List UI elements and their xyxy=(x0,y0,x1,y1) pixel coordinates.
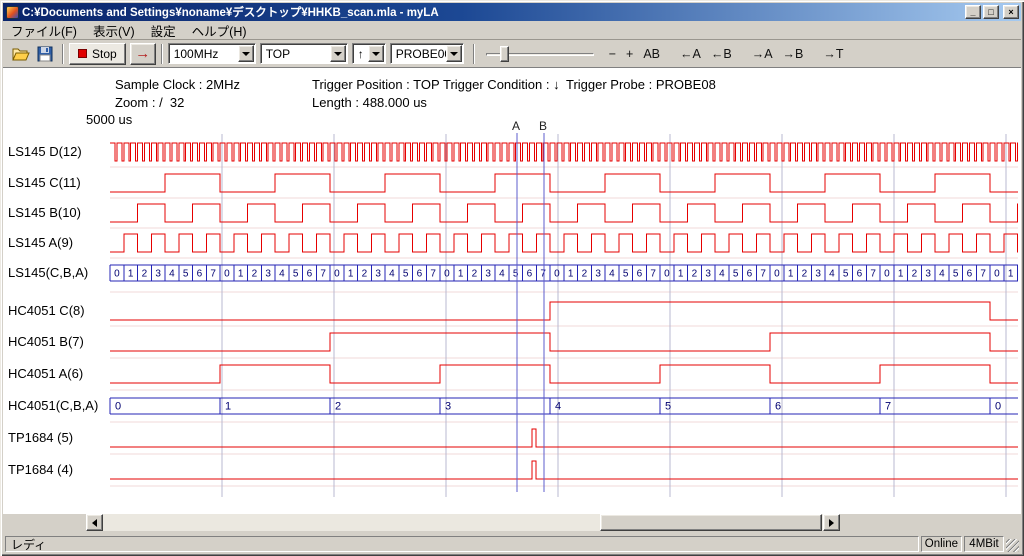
next-a-button[interactable]: →A xyxy=(747,43,778,65)
menu-help[interactable]: ヘルプ(H) xyxy=(184,19,255,42)
trigger-condition-text: Trigger Condition : ↓ xyxy=(443,77,560,92)
menubar: ファイル(F)表示(V)設定ヘルプ(H) xyxy=(3,21,1021,40)
chevron-down-icon xyxy=(334,52,342,56)
zoom-slider[interactable] xyxy=(484,43,596,65)
probe-select[interactable]: PROBE00 xyxy=(390,43,464,64)
maximize-button[interactable]: □ xyxy=(983,5,999,19)
horizontal-scrollbar[interactable] xyxy=(86,514,840,531)
prev-a-button[interactable]: ←A xyxy=(675,43,706,65)
run-arrow-icon: → xyxy=(135,45,150,62)
trigger-edge-value: ↑ xyxy=(353,47,368,61)
toolbar: Stop → 100MHz TOP ↑ PROBE00 −+AB ←A←B →A→B… xyxy=(3,40,1021,68)
statusbar: レディ Online4MBit xyxy=(3,535,1021,553)
folder-open-icon xyxy=(12,47,30,61)
trigger-position-text: Trigger Position : TOP xyxy=(312,77,440,92)
stop-icon xyxy=(78,49,87,58)
ab-button[interactable]: AB xyxy=(638,43,665,65)
close-button[interactable]: × xyxy=(1003,5,1019,19)
stop-label: Stop xyxy=(92,47,117,61)
status-online: Online xyxy=(921,536,962,552)
dropdown-button[interactable] xyxy=(330,45,346,62)
status-cells: Online4MBit xyxy=(921,536,1006,552)
sample-rate-value: 100MHz xyxy=(169,47,238,61)
trigger-pos-select[interactable]: TOP xyxy=(260,43,348,64)
window-controls: _ □ × xyxy=(963,5,1019,19)
waveform-panel xyxy=(3,68,1021,514)
trigger-pos-value: TOP xyxy=(261,47,330,61)
probe-value: PROBE00 xyxy=(391,47,446,61)
goto-trigger-button[interactable]: →T xyxy=(818,43,848,65)
dropdown-button[interactable] xyxy=(446,45,462,62)
slider-thumb[interactable] xyxy=(500,46,509,62)
stop-button[interactable]: Stop xyxy=(69,43,126,65)
next-b-button[interactable]: →B xyxy=(778,43,809,65)
trigger-probe-text: Trigger Probe : PROBE08 xyxy=(566,77,716,92)
resize-grip[interactable] xyxy=(1006,539,1019,552)
nav-button-group: −+AB ←A←B →A→B →T xyxy=(604,43,849,65)
cursor-a-label[interactable]: A xyxy=(512,119,520,133)
sample-clock-text: Sample Clock : 2MHz xyxy=(115,77,240,92)
dropdown-button[interactable] xyxy=(368,45,384,62)
arrow-left-icon xyxy=(92,519,97,527)
hscroll-row xyxy=(3,514,1021,532)
toolbar-separator xyxy=(62,44,64,64)
open-button[interactable] xyxy=(9,43,33,65)
dropdown-button[interactable] xyxy=(238,45,254,62)
arrow-right-icon xyxy=(829,519,834,527)
scrollbar-thumb[interactable] xyxy=(600,514,822,531)
time-per-div-label: 5000 us xyxy=(86,112,132,127)
scroll-right-button[interactable] xyxy=(823,514,840,531)
scroll-left-button[interactable] xyxy=(86,514,103,531)
sample-rate-select[interactable]: 100MHz xyxy=(168,43,256,64)
status-message: レディ xyxy=(5,536,919,552)
chevron-down-icon xyxy=(242,52,250,56)
zoom-in-button[interactable]: + xyxy=(621,43,638,65)
menu-settings[interactable]: 設定 xyxy=(143,19,184,42)
status-ready-text: レディ xyxy=(11,536,46,553)
length-text: Length : 488.000 us xyxy=(312,95,427,110)
zoom-out-button[interactable]: − xyxy=(604,43,621,65)
minimize-button[interactable]: _ xyxy=(965,5,981,19)
run-button[interactable]: → xyxy=(130,43,156,65)
menu-file[interactable]: ファイル(F) xyxy=(3,19,85,42)
cursor-b-label[interactable]: B xyxy=(539,119,547,133)
app-icon xyxy=(6,6,19,19)
save-button[interactable] xyxy=(33,43,57,65)
save-icon xyxy=(37,46,53,62)
zoom-text: Zoom : / 32 xyxy=(115,95,184,110)
app-window: C:¥Documents and Settings¥noname¥デスクトップ¥… xyxy=(0,0,1024,556)
toolbar-separator xyxy=(161,44,163,64)
prev-b-button[interactable]: ←B xyxy=(706,43,737,65)
status-memory: 4MBit xyxy=(964,536,1004,552)
menu-view[interactable]: 表示(V) xyxy=(85,19,143,42)
chevron-down-icon xyxy=(450,52,458,56)
trigger-edge-select[interactable]: ↑ xyxy=(352,43,386,64)
toolbar-separator xyxy=(473,44,475,64)
chevron-down-icon xyxy=(372,52,380,56)
